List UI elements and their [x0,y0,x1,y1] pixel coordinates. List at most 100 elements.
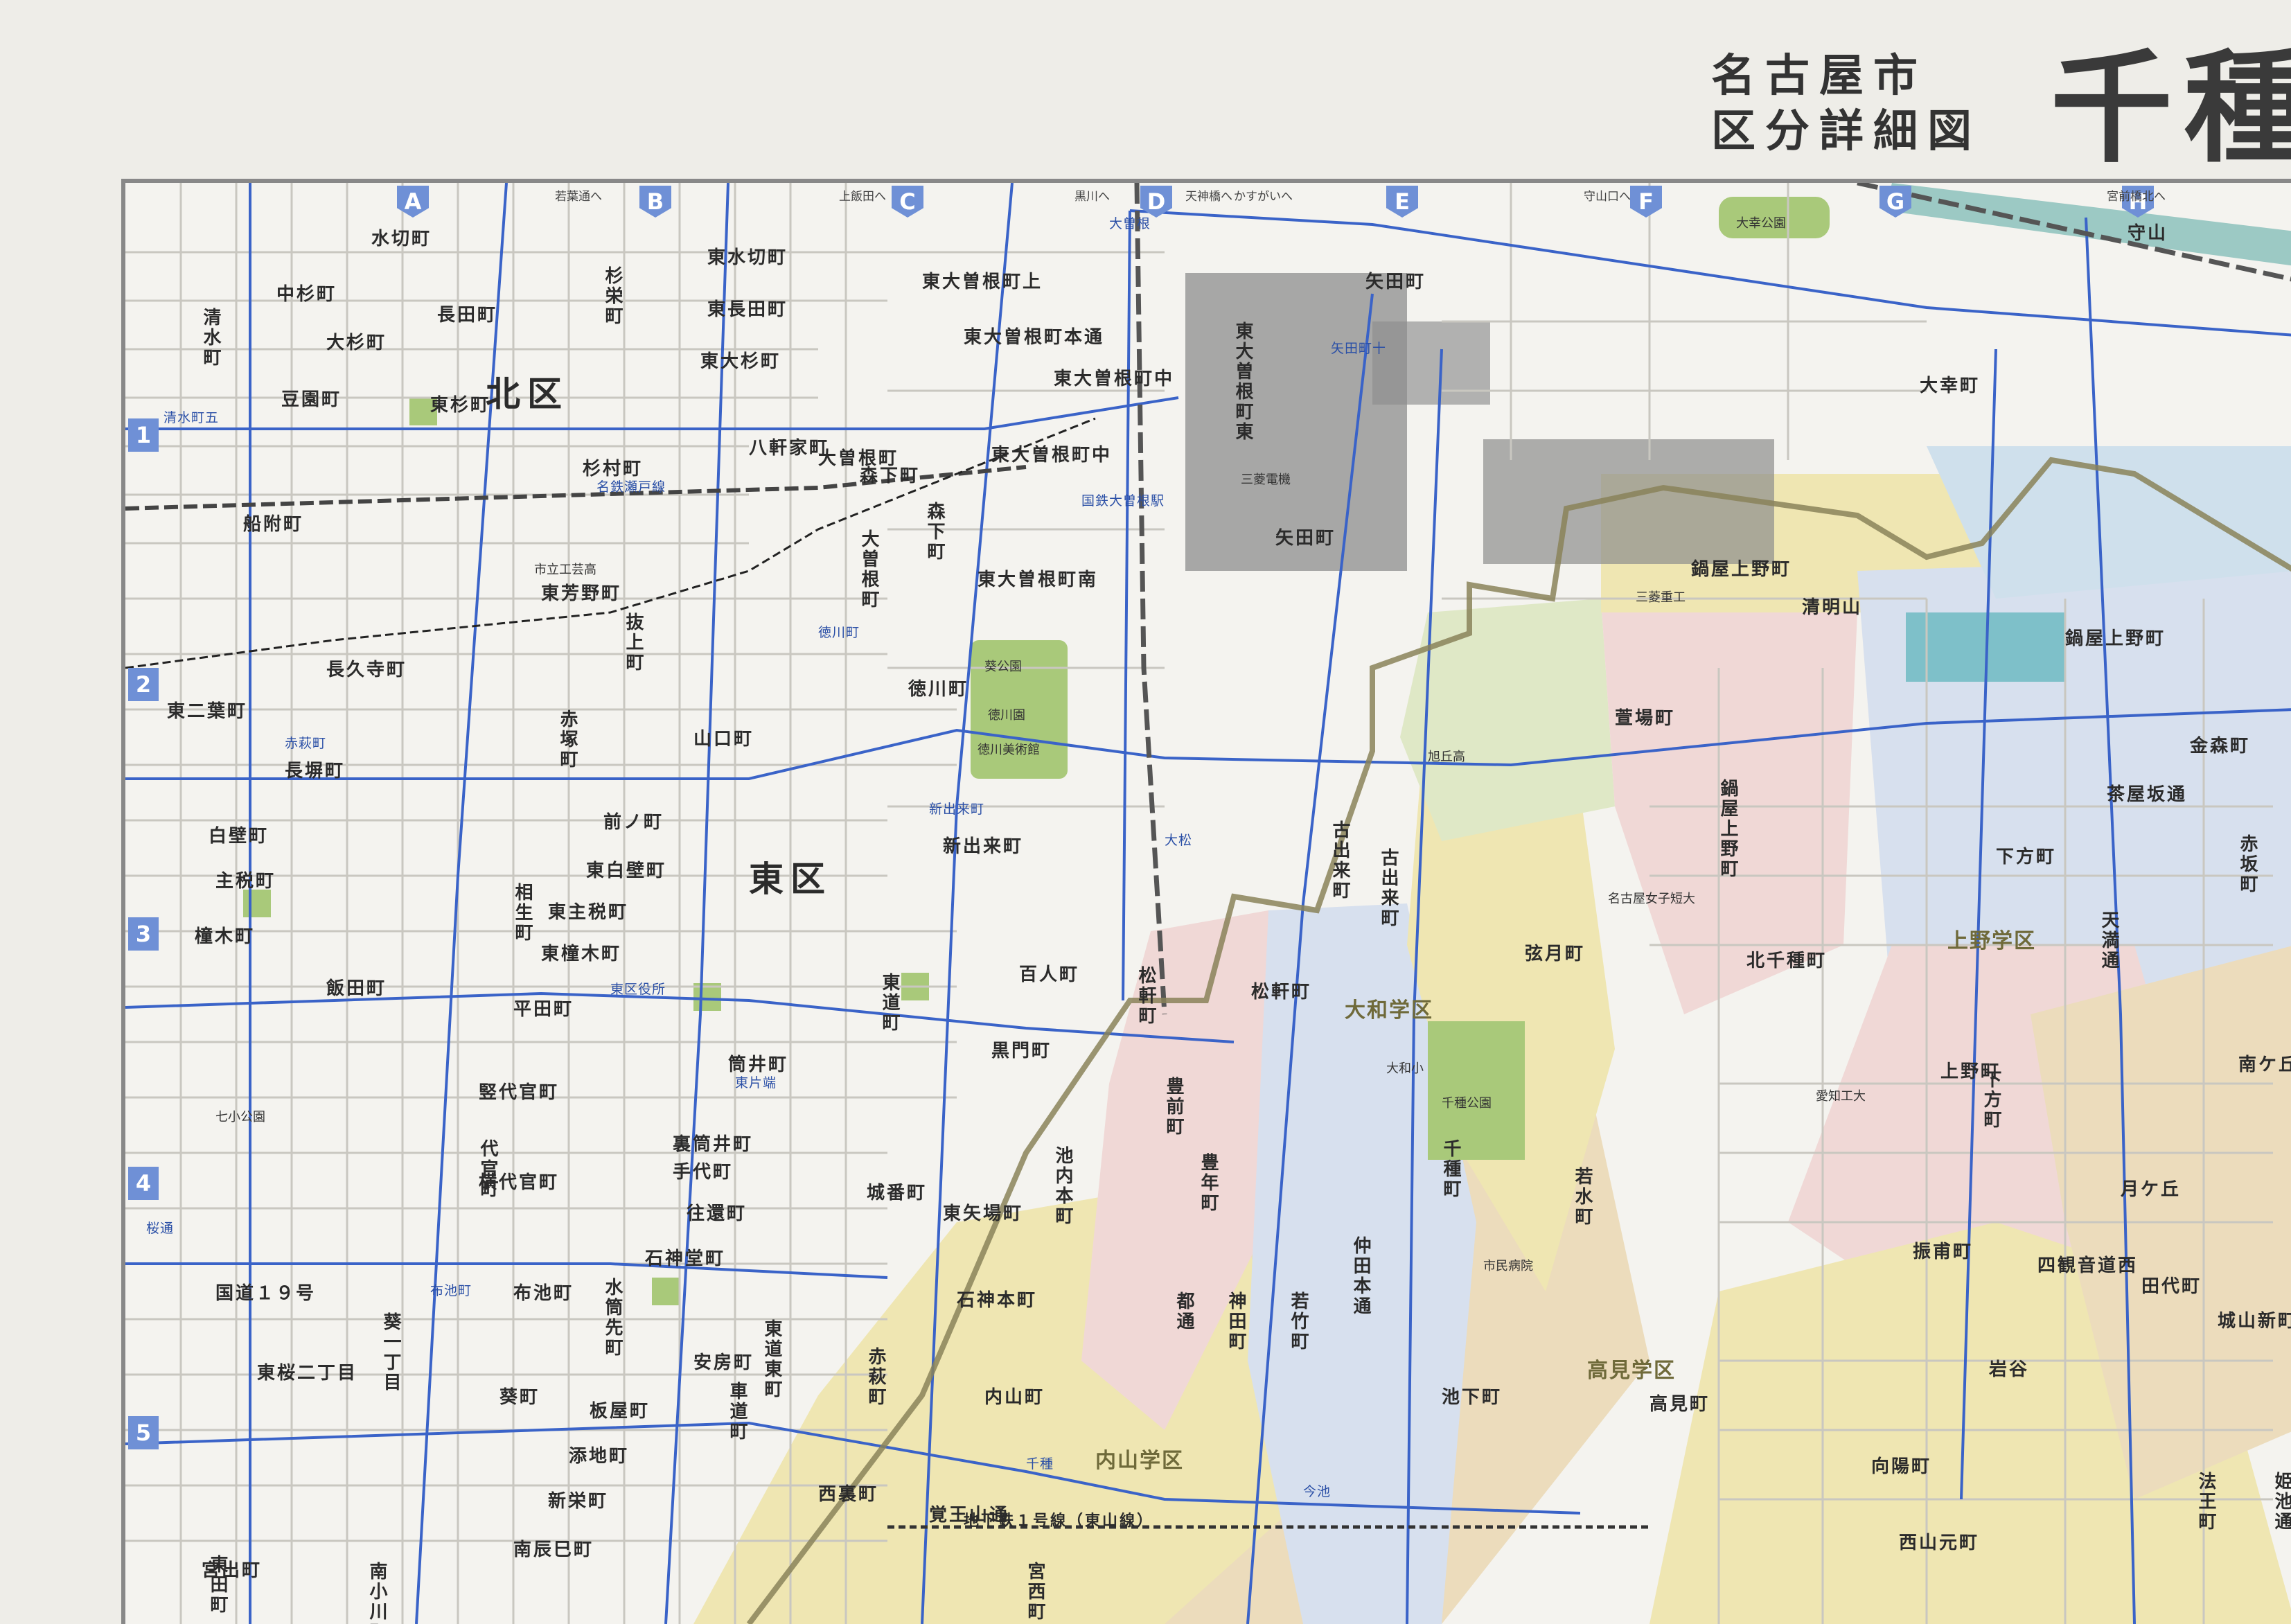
school-district-uchiyama: 内山学区 [1095,1449,1184,1473]
town-higashisakura: 東桜二丁目 [257,1363,358,1384]
town-shishikancho: 竪代官町 [479,1082,560,1103]
town-yatsuyake: 八軒家町 [749,438,830,459]
road-label-nagahei-5: 赤萩町 [285,736,327,751]
landmark-asahigaoka-high: 旭丘高 [1428,750,1465,764]
town-higashiyaba: 東矢場町 [943,1203,1024,1224]
grid-row-3: 3 [128,917,159,951]
town-higashiozone-kami: 東大曽根町上 [922,272,1043,292]
town-shikanda: 四観音道西 [2037,1255,2139,1276]
town-toyomae: 豊前町 [1163,1077,1184,1137]
town-kitachikusa: 北千種町 [1746,951,1828,971]
town-tsuge: 都通 [1174,1291,1194,1332]
town-ojoubanchou: 往還町 [687,1203,748,1224]
town-shimokata: 下方町 [1996,847,2057,867]
edge-label-kurokawa: 黒川へ [1074,190,1110,204]
town-nabeya-kamino-vertical: 鍋屋上野町 [1717,779,1738,879]
landmark-daiko-park: 大幸公園 [1736,216,1786,231]
road-label-ozone-station: 国鉄大曽根駅 [1081,493,1165,509]
town-chayasaka: 茶屋坂通 [2107,784,2188,805]
school-district-daiwa: 大和学区 [1345,998,1433,1023]
town-iwaya: 岩谷 [1989,1359,2030,1380]
landmark-aoi-park: 葵公園 [984,660,1022,674]
factory-mitsubishi-heavy [1483,439,1774,564]
town-furude: 古出来町 [1329,820,1350,901]
landmark-chikusa-park: 千種公園 [1442,1096,1492,1111]
town-akatsuka: 赤塚町 [557,709,578,770]
town-daichi: 添地町 [569,1446,630,1467]
town-hyakunin: 百人町 [1019,964,1080,985]
road-label-higashi-ward-office: 東区役所 [610,982,666,997]
town-daikan: 代官町 [477,1139,498,1199]
town-higashiyoshino: 東芳野町 [541,583,622,604]
town-ninotsutsui: 裏筒井町 [673,1134,754,1155]
town-yada-2: 矢田町 [1275,528,1336,549]
road-label-ozone: 大曽根 [1109,216,1151,231]
town-kokudou19: 国道１９号 [215,1283,317,1304]
map-type-title: 区分詳細図 [1711,106,1981,157]
town-sugisakae: 杉栄町 [602,266,623,326]
town-mizukiri: 水切町 [371,229,432,249]
landmark-aichi-tech: 愛知工大 [1816,1089,1866,1104]
grid-row-4: 4 [128,1167,159,1200]
city-name-title: 名古屋市 [1711,51,1927,102]
town-yasuda: 安房町 [693,1352,754,1373]
landmark-nanasho-park: 七小公園 [215,1110,265,1124]
town-matsunoki-vertical: 松軒町 [1135,966,1156,1026]
town-higashimizukiri: 東水切町 [707,247,788,268]
edge-label-miyamaebashi: 宮前橋北へ [2107,190,2166,204]
landmark-mitsubishi-heavy: 三菱重工 [1636,590,1686,605]
town-shineicho: 新栄町 [548,1491,609,1512]
school-district-takami: 高見学区 [1587,1359,1676,1383]
city-map[interactable]: A B C D E F G H 1 2 3 4 5 若葉通へ 上飯田へ 黒川へ … [121,179,2291,1624]
town-aoicho: 葵町 [499,1387,540,1408]
road-label-chikusa: 千種 [1026,1456,1054,1472]
zone-green-daiwa [1400,599,1615,841]
town-nunoike: 布池町 [513,1283,574,1304]
town-takamicho: 高見町 [1649,1394,1710,1415]
town-mamezono: 豆園町 [281,389,342,410]
town-nabeya-kamino-east: 鍋屋上野町 [2065,628,2166,649]
town-higashido2: 車道町 [727,1382,748,1442]
town-himeike: 姫池通 [2272,1472,2291,1532]
town-kusunoki: 橦木町 [195,926,256,947]
town-higashiozone-naka2: 東大曽根町中 [991,445,1113,466]
town-akahagi: 赤萩町 [865,1347,886,1407]
grid-row-2: 2 [128,668,159,701]
town-shuzei: 主税町 [215,871,276,892]
town-ichiteki: 水筒先町 [602,1278,623,1358]
road-label-tokugawa: 徳川町 [818,625,860,640]
town-morishita-vertical: 森下町 [924,502,945,562]
town-moriyama: 守山 [2128,223,2168,244]
town-kounoike: 抜上町 [623,612,644,673]
edge-label-kamiiida: 上飯田へ [839,190,886,204]
town-kaya: 萱場町 [1615,708,1676,729]
road-chuo [1122,210,1131,1001]
town-nakasugi: 中杉町 [276,284,337,305]
town-hoo: 法王町 [2195,1472,2216,1532]
small-park-5 [652,1278,680,1305]
town-tedai: 手代町 [673,1162,734,1183]
town-higashiozone-minami: 東大曽根町南 [978,570,1099,590]
town-iida: 飯田町 [326,978,387,999]
town-kanda: 神田町 [1226,1291,1246,1352]
town-higashiozone-hon: 東大曽根町本通 [964,327,1105,348]
road-label-yada-10: 矢田町十 [1331,341,1387,356]
town-nakata: 仲田本通 [1350,1236,1371,1316]
town-nishiura: 西裏町 [818,1484,879,1505]
town-higashikusunoki: 東橦木町 [541,944,622,964]
road-label-nunoike: 布池町 [430,1283,472,1298]
town-itaya: 板屋町 [590,1401,651,1422]
road-label-sakura: 桜通 [146,1221,175,1236]
town-ozonecho: 大曽根町 [858,529,879,610]
town-yumitsuki: 弦月町 [1525,944,1586,964]
town-higashiosugi: 東大杉町 [700,351,781,372]
landmark-city-hospital: 市民病院 [1483,1259,1533,1273]
town-ishigami: 石神堂町 [645,1248,726,1269]
town-chikusa: 千種町 [1440,1139,1461,1199]
edge-label-moriyamaguchi: 守山口へ [1584,190,1631,204]
landmark-city-craft-high: 市立工芸高 [534,563,596,577]
edge-label-wakaba: 若葉通へ [555,190,602,204]
town-kinmori: 金森町 [2190,736,2251,757]
town-higashidorimachi: 東道東町 [761,1319,782,1400]
town-yamaguchi: 山口町 [693,729,754,750]
